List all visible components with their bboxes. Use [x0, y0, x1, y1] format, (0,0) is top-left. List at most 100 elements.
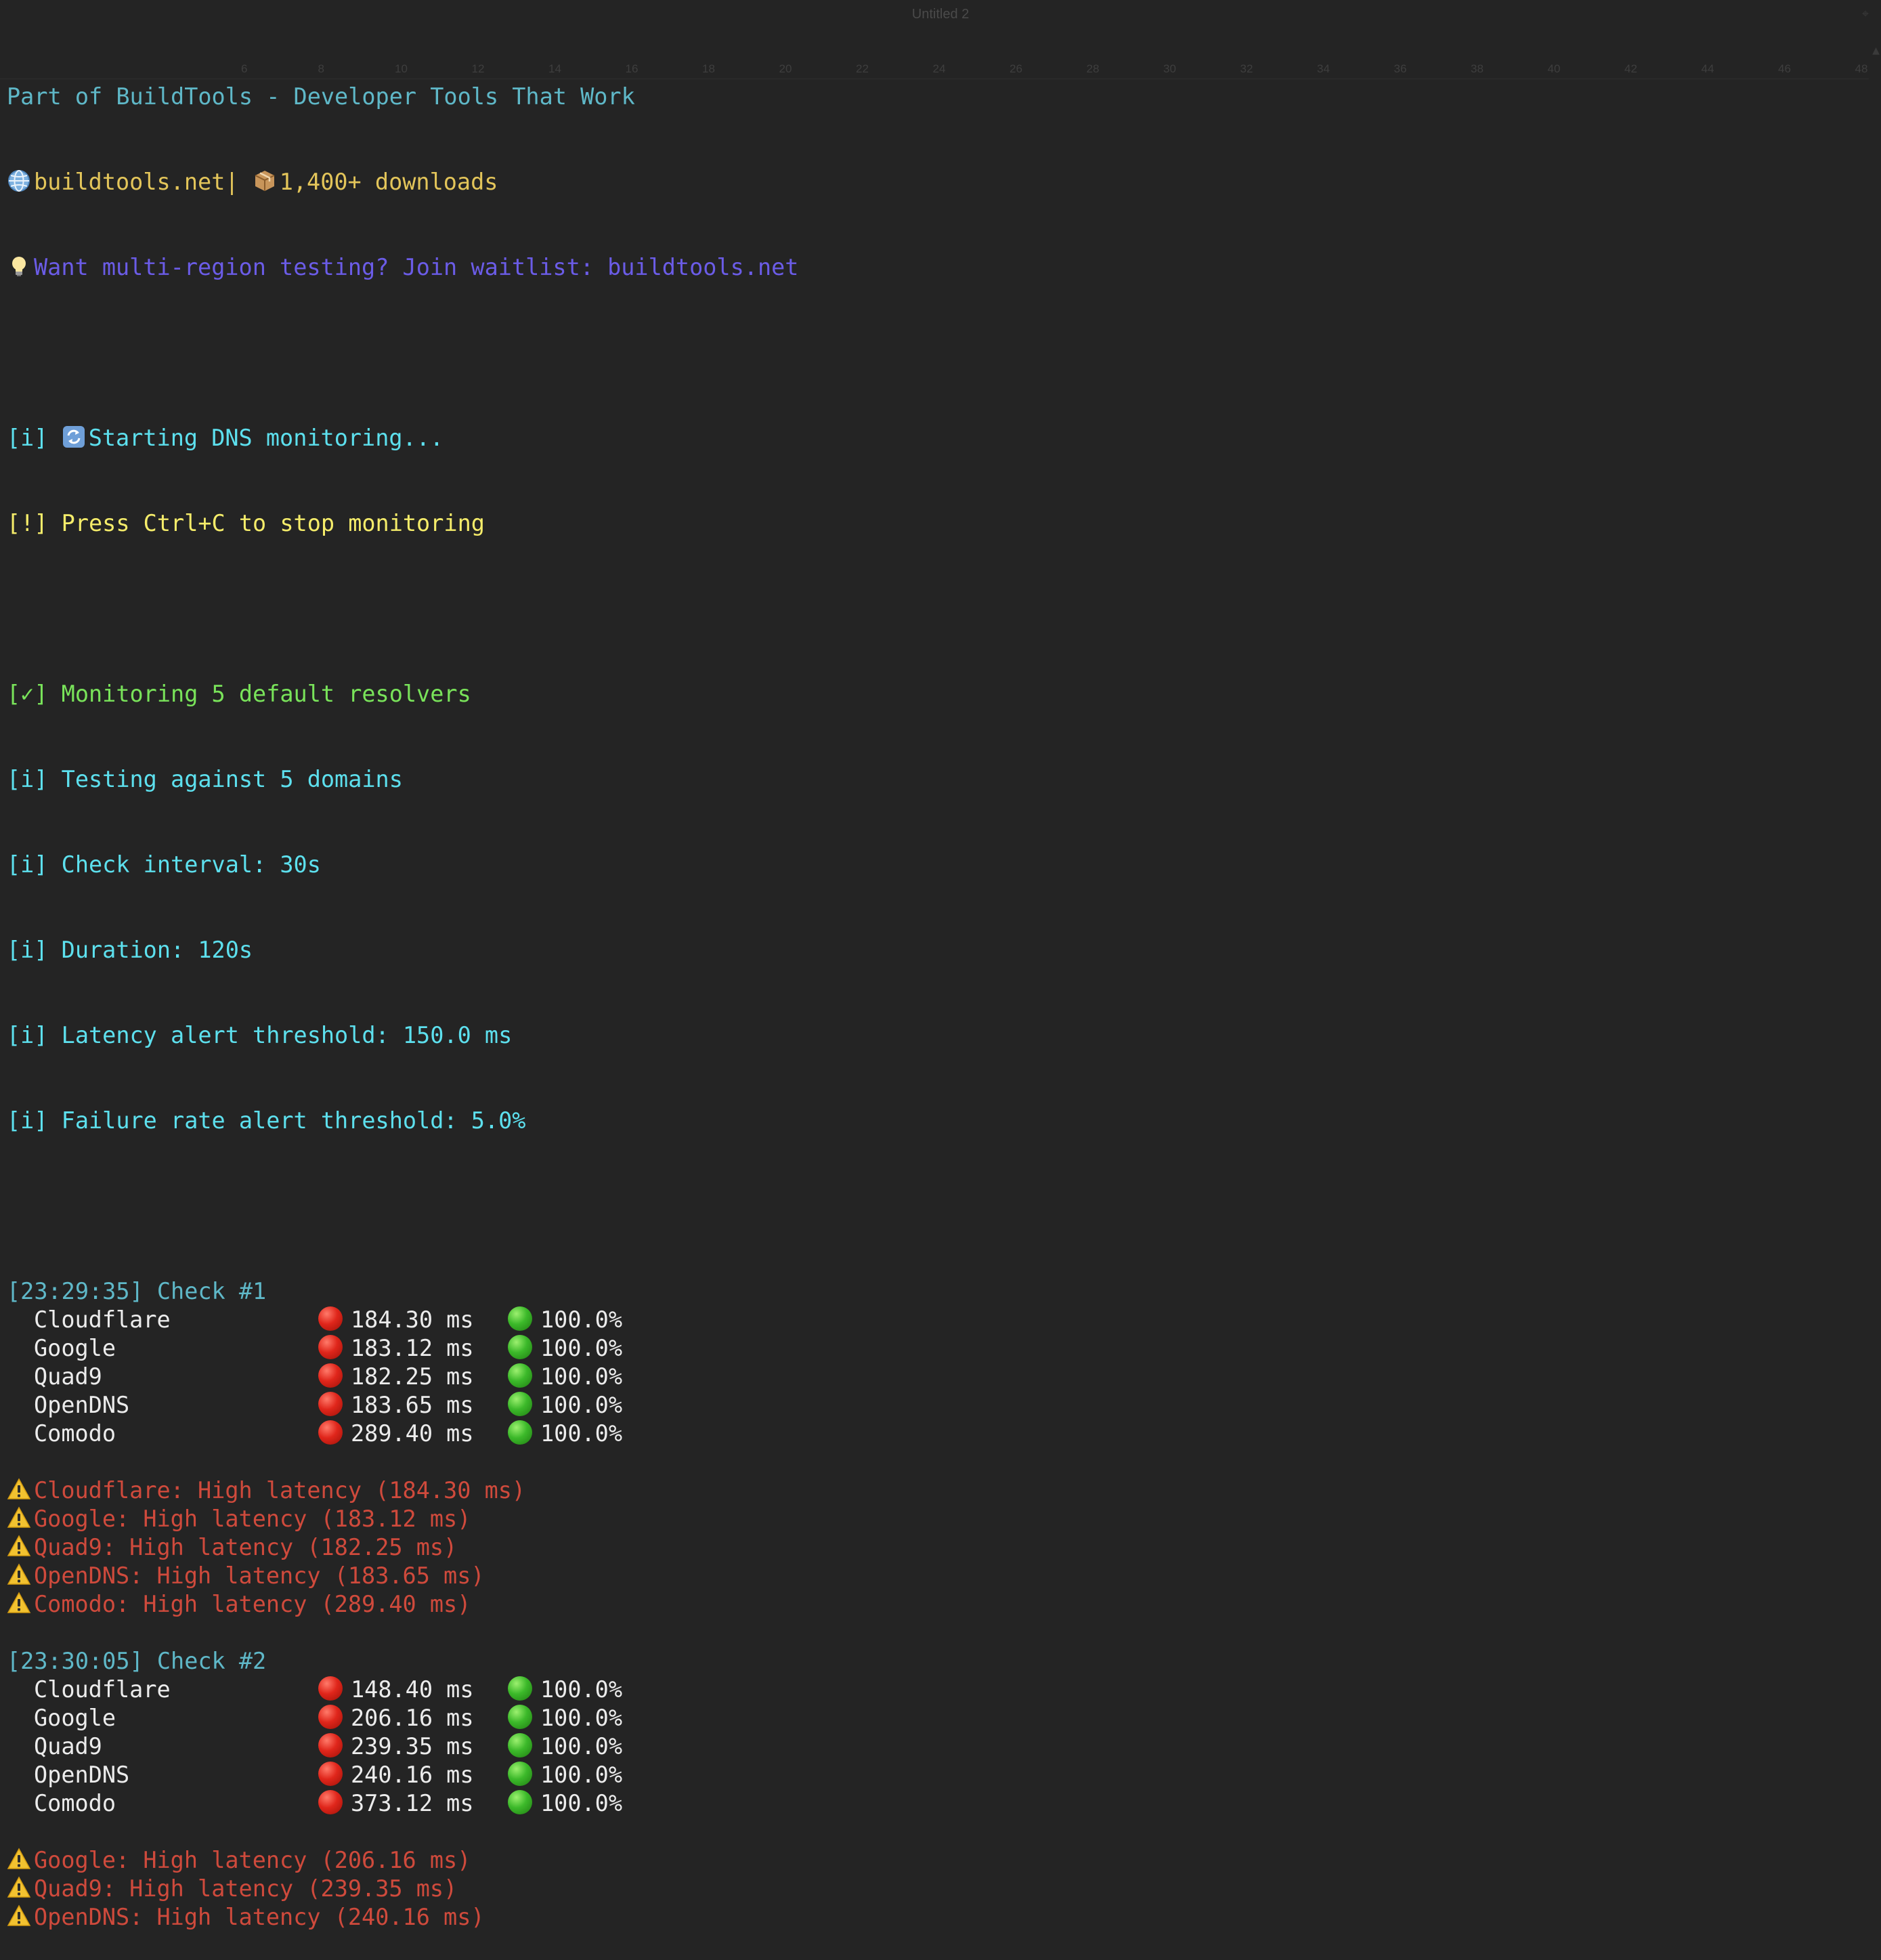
warning-icon — [7, 1506, 31, 1528]
latency-value: 184.30 ms — [351, 1306, 474, 1333]
resolver-name: Cloudflare — [34, 1676, 171, 1703]
resolver-row: Google 206.16 ms 100.0% — [7, 1704, 798, 1732]
success-value: 100.0% — [540, 1335, 623, 1361]
alert-text: Quad9: High latency (239.35 ms) — [34, 1875, 458, 1902]
red-circle-icon — [318, 1676, 343, 1701]
alert-text: OpenDNS: High latency (240.16 ms) — [34, 1904, 485, 1930]
latency-cell: 183.12 ms — [318, 1334, 508, 1363]
latency-alert: OpenDNS: High latency (183.65 ms) — [7, 1562, 798, 1590]
latency-cell: 182.25 ms — [318, 1363, 508, 1391]
ruler-tick: 22 — [856, 62, 869, 75]
waitlist-text[interactable]: Want multi-region testing? Join waitlist… — [34, 254, 798, 280]
resolver-name: Quad9 — [34, 1733, 102, 1760]
latency-cell: 206.16 ms — [318, 1704, 508, 1732]
latency-cell: 183.65 ms — [318, 1391, 508, 1420]
success-cell: 100.0% — [508, 1732, 670, 1761]
success-value: 100.0% — [540, 1733, 623, 1760]
alert-text: Quad9: High latency (182.25 ms) — [34, 1534, 458, 1560]
warning-icon — [7, 1592, 31, 1613]
success-cell: 100.0% — [508, 1420, 670, 1448]
latency-value: 206.16 ms — [351, 1705, 474, 1731]
latency-alert: Google: High latency (206.16 ms) — [7, 1846, 798, 1875]
latency-cell: 289.40 ms — [318, 1420, 508, 1448]
resolver-row: Quad9 239.35 ms 100.0% — [7, 1732, 798, 1761]
resolver-row: Google 183.12 ms 100.0% — [7, 1334, 798, 1363]
duration-line: [i] Duration: 120s — [7, 937, 253, 963]
terminal-output: Part of BuildTools - Developer Tools Tha… — [7, 26, 798, 1960]
latency-value: 183.65 ms — [351, 1392, 474, 1418]
success-cell: 100.0% — [508, 1704, 670, 1732]
success-value: 100.0% — [540, 1705, 623, 1731]
success-cell: 100.0% — [508, 1676, 670, 1704]
red-circle-icon — [318, 1762, 343, 1786]
latency-alert: Quad9: High latency (182.25 ms) — [7, 1533, 798, 1562]
green-circle-icon — [508, 1790, 532, 1814]
ruler-tick: 28 — [1086, 62, 1100, 75]
globe-icon — [8, 170, 30, 192]
domains-line: [i] Testing against 5 domains — [7, 766, 403, 792]
latency-cell: 184.30 ms — [318, 1306, 508, 1334]
success-value: 100.0% — [540, 1306, 623, 1333]
latency-alert: Google: High latency (183.12 ms) — [7, 1505, 798, 1533]
success-value: 100.0% — [540, 1762, 623, 1788]
scroll-up-caret[interactable]: ▲ — [1872, 43, 1880, 58]
red-circle-icon — [318, 1790, 343, 1814]
success-cell: 100.0% — [508, 1334, 670, 1363]
stop-hint-line: [!] Press Ctrl+C to stop monitoring — [7, 510, 485, 536]
success-value: 100.0% — [540, 1790, 623, 1816]
green-circle-icon — [508, 1705, 532, 1729]
warning-icon — [7, 1876, 31, 1898]
resolver-row: Quad9 182.25 ms 100.0% — [7, 1363, 798, 1391]
check-header: [23:30:05] Check #2 — [7, 1648, 267, 1674]
latency-value: 183.12 ms — [351, 1335, 474, 1361]
warning-icon — [7, 1904, 31, 1926]
alert-text: Cloudflare: High latency (184.30 ms) — [34, 1477, 526, 1504]
success-cell: 100.0% — [508, 1761, 670, 1789]
success-cell: 100.0% — [508, 1363, 670, 1391]
resolver-name: Google — [34, 1335, 116, 1361]
success-value: 100.0% — [540, 1392, 623, 1418]
interval-line: [i] Check interval: 30s — [7, 851, 321, 878]
latency-value: 373.12 ms — [351, 1790, 474, 1816]
success-value: 100.0% — [540, 1420, 623, 1447]
checks-container: [23:29:35] Check #1 Cloudflare 184.30 ms 10… — [7, 1277, 798, 1932]
red-circle-icon — [318, 1335, 343, 1359]
latency-value: 240.16 ms — [351, 1762, 474, 1788]
latency-alert: Quad9: High latency (239.35 ms) — [7, 1875, 798, 1903]
ruler-tick: 46 — [1778, 62, 1791, 75]
resolver-name: Google — [34, 1705, 116, 1731]
ruler-tick: 48 — [1855, 62, 1868, 75]
latency-cell: 373.12 ms — [318, 1789, 508, 1818]
resolver-name: Cloudflare — [34, 1306, 171, 1333]
red-circle-icon — [318, 1392, 343, 1416]
resolver-name: Comodo — [34, 1420, 116, 1447]
latency-value: 182.25 ms — [351, 1363, 474, 1390]
resolver-row: Cloudflare 148.40 ms 100.0% — [7, 1676, 798, 1704]
resolver-row: OpenDNS 183.65 ms 100.0% — [7, 1391, 798, 1420]
refresh-icon — [62, 426, 85, 448]
green-circle-icon — [508, 1420, 532, 1445]
warning-icon — [7, 1478, 31, 1499]
alert-text: OpenDNS: High latency (183.65 ms) — [34, 1562, 485, 1589]
ruler-tick: 36 — [1393, 62, 1407, 75]
latency-alert: Comodo: High latency (289.40 ms) — [7, 1590, 798, 1619]
latency-value: 289.40 ms — [351, 1420, 474, 1447]
starting-line: [i] Starting DNS monitoring... — [7, 424, 798, 452]
latency-threshold-line: [i] Latency alert threshold: 150.0 ms — [7, 1022, 513, 1048]
waitlist-line: Want multi-region testing? Join waitlist… — [7, 253, 798, 282]
red-circle-icon — [318, 1420, 343, 1445]
alert-text: Comodo: High latency (289.40 ms) — [34, 1591, 471, 1617]
check-header: [23:29:35] Check #1 — [7, 1278, 267, 1304]
resolver-row: Cloudflare 184.30 ms 100.0% — [7, 1306, 798, 1334]
window-title: Untitled 2 — [911, 7, 970, 22]
alert-text: Google: High latency (206.16 ms) — [34, 1847, 471, 1873]
green-circle-icon — [508, 1363, 532, 1388]
ruler-tick: 32 — [1240, 62, 1253, 75]
ruler-tick: 44 — [1701, 62, 1714, 75]
site-link[interactable]: buildtools.net — [34, 169, 225, 195]
ruler-tick: 26 — [1010, 62, 1022, 75]
